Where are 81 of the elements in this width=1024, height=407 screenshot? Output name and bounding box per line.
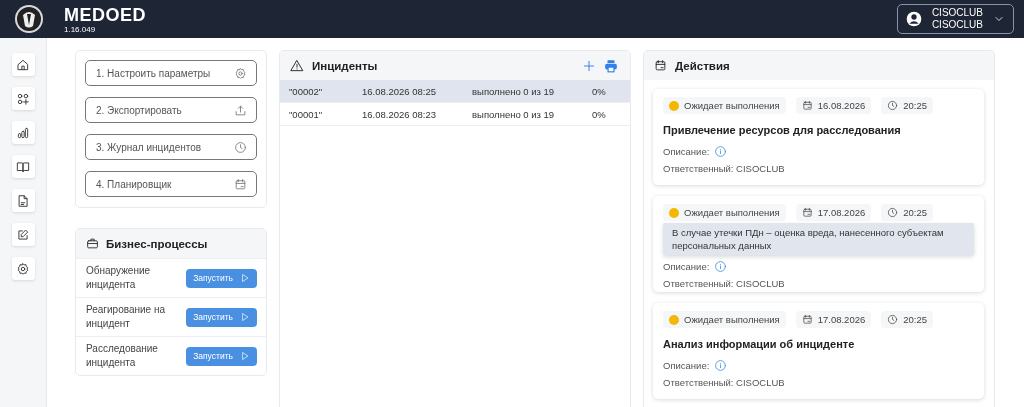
play-icon: [240, 312, 250, 322]
document-icon: [16, 193, 30, 208]
incident-percent: 0%: [592, 108, 607, 120]
upload-icon: [234, 103, 247, 117]
status-dot: [669, 207, 679, 218]
nav-button[interactable]: [11, 223, 35, 246]
calendar-icon: [801, 314, 813, 325]
date-chip: 17.08.2026: [795, 311, 872, 328]
date-chip: 16.08.2026: [795, 97, 872, 114]
incident-row[interactable]: "00001" 16.08.2026 08:23 выполнено 0 из 19 0%: [280, 103, 630, 126]
clock-icon: [887, 207, 899, 218]
nav-button[interactable]: [11, 257, 35, 280]
apps-icon: [16, 91, 30, 106]
clock-icon: [234, 140, 247, 154]
info-icon: [714, 359, 728, 372]
time-chip: 20:25: [881, 97, 934, 114]
status-chip: Ожидает выполнения: [663, 97, 786, 114]
calendar-icon: [801, 100, 813, 111]
incident-id: "00001": [289, 108, 324, 120]
user-icon: [905, 11, 922, 27]
briefcase-icon: [86, 237, 99, 250]
process-name: Реагирование на инцидент: [86, 303, 166, 331]
book-icon: [16, 159, 30, 174]
date-chip: 17.08.2026: [795, 204, 872, 221]
tooltip: В случае утечки ПДн – оценка вреда, нанесенного субъектам персональных данных: [663, 223, 974, 255]
step-button[interactable]: 1. Настроить параметры: [85, 60, 257, 86]
status-dot: [669, 100, 679, 111]
status-chip: Ожидает выполнения: [663, 204, 786, 221]
clock-icon: [887, 100, 899, 111]
incident-id: "00002": [289, 85, 324, 97]
responsible-text: Ответственный: CISOCLUB: [663, 163, 786, 174]
home-icon: [16, 57, 30, 72]
plus-icon: [582, 58, 596, 73]
edit-icon: [16, 227, 30, 242]
app-version: 1.16.049: [64, 24, 97, 34]
nav-button[interactable]: [11, 121, 35, 144]
incident-row[interactable]: "00002" 16.08.2026 08:25 выполнено 0 из 19 0%: [280, 80, 630, 103]
printer-icon: [604, 58, 618, 73]
action-title: Анализ информации об инциденте: [663, 338, 856, 350]
panel-title: Действия: [675, 59, 730, 72]
clock-icon: [887, 314, 899, 325]
incident-progress: выполнено 0 из 19: [472, 108, 556, 120]
description-label: Описание:: [663, 360, 710, 371]
step-button[interactable]: 3. Журнал инцидентов: [85, 134, 257, 160]
calendar-icon: [801, 207, 813, 218]
incident-date: 16.08.2026 08:23: [362, 108, 437, 120]
nav-button[interactable]: [11, 189, 35, 212]
calendar-icon: [654, 59, 667, 72]
time-chip: 20:25: [881, 311, 934, 328]
step-button[interactable]: 4. Планировщик: [85, 171, 257, 197]
app-name: MEDOED: [64, 4, 146, 25]
nav-button[interactable]: [11, 87, 35, 110]
play-icon: [240, 273, 250, 283]
status-dot: [669, 314, 679, 325]
responsible-text: Ответственный: CISOCLUB: [663, 278, 786, 289]
panel-title: Инциденты: [312, 59, 378, 72]
calendar-icon: [234, 177, 247, 191]
process-name: Расследование инцидента: [86, 342, 159, 370]
nav-button[interactable]: [11, 53, 35, 76]
incident-date: 16.08.2026 08:25: [362, 85, 437, 97]
action-title: Привлечение ресурсов для расследования: [663, 124, 902, 136]
user-menu-button[interactable]: CISOCLUB CISOCLUB: [896, 4, 1014, 34]
card-title: Бизнес-процессы: [106, 237, 208, 250]
nav-button[interactable]: [11, 155, 35, 178]
bar-chart-icon: [16, 125, 30, 140]
settings-icon: [234, 66, 247, 80]
time-chip: 20:25: [881, 204, 934, 221]
print-button[interactable]: [604, 58, 618, 73]
description-label: Описание:: [663, 146, 710, 157]
status-chip: Ожидает выполнения: [663, 311, 786, 328]
info-icon: [714, 145, 728, 158]
description-label: Описание:: [663, 261, 710, 272]
step-button[interactable]: 2. Экспортировать: [85, 97, 257, 123]
responsible-text: Ответственный: CISOCLUB: [663, 377, 786, 388]
process-name: Обнаружение инцидента: [86, 264, 152, 292]
play-icon: [240, 351, 250, 361]
incident-percent: 0%: [592, 85, 607, 97]
warning-icon: [290, 58, 304, 73]
settings-icon: [16, 261, 30, 276]
incident-progress: выполнено 0 из 19: [472, 85, 556, 97]
info-icon: [714, 260, 728, 273]
